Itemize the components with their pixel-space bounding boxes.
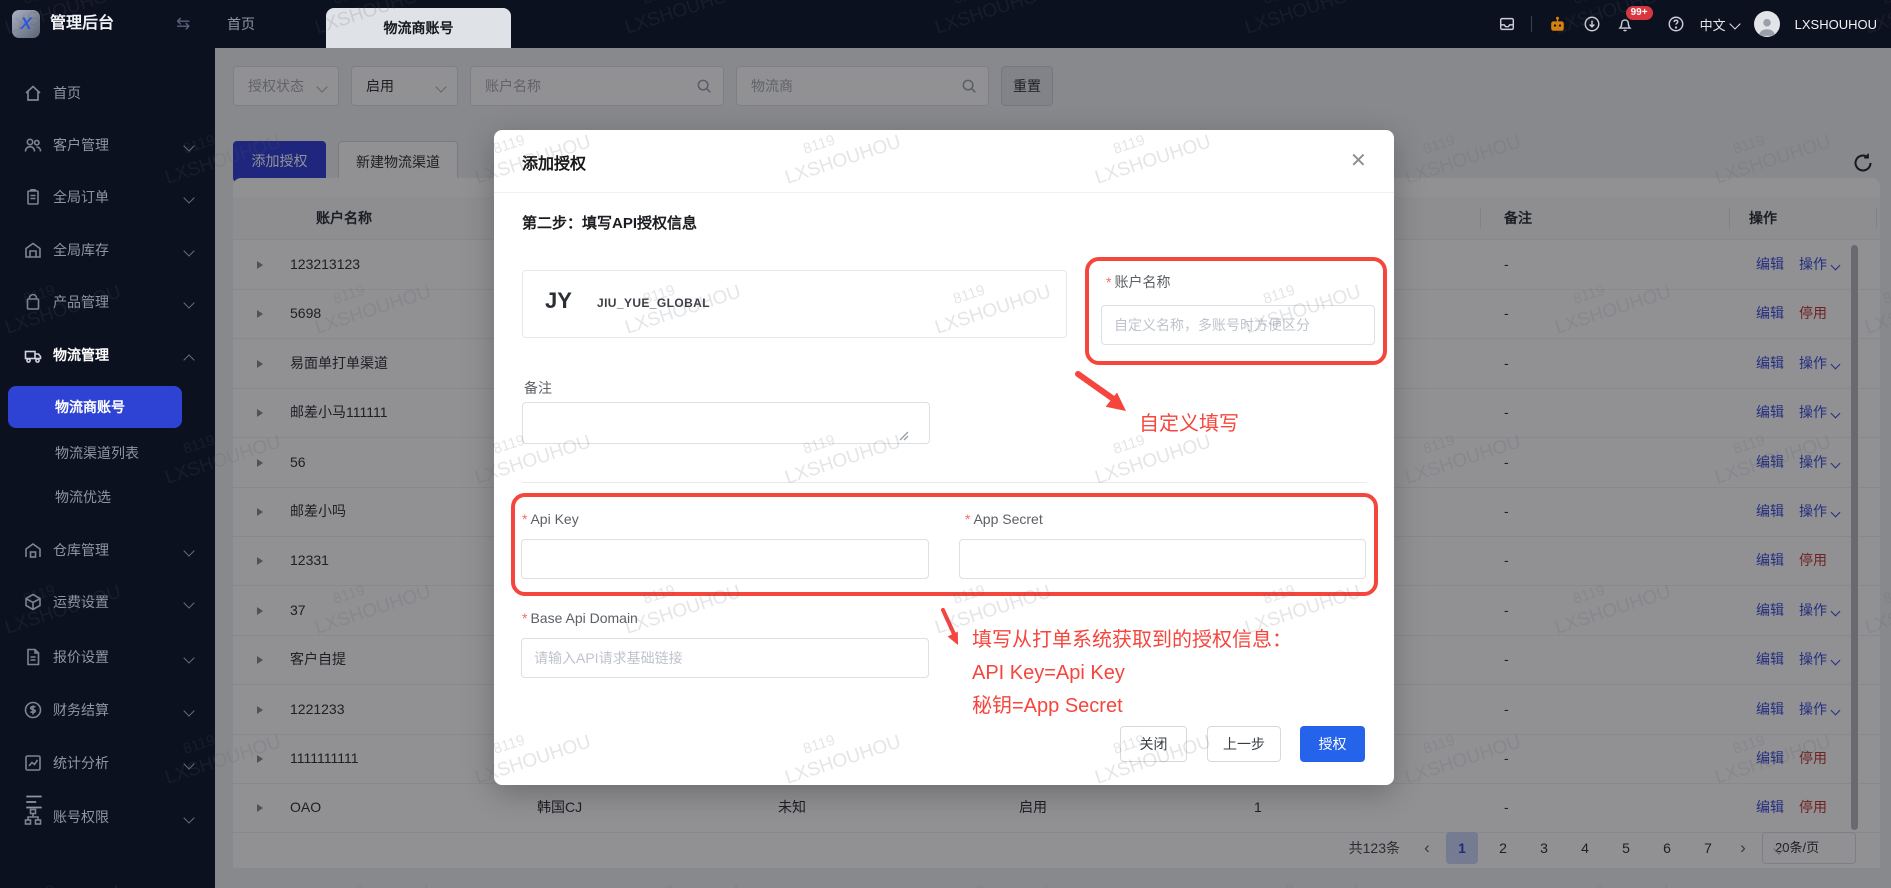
- home-icon: [23, 83, 43, 103]
- app-secret-label: App Secret: [965, 511, 1042, 527]
- app-secret-input[interactable]: [959, 539, 1366, 579]
- chevron-down-icon: [183, 705, 195, 717]
- notifications-bell[interactable]: 99+: [1616, 6, 1653, 33]
- sidebar-menu: 首页客户管理全局订单全局库存产品管理物流管理物流商账号物流渠道列表 物流优选仓库管…: [0, 48, 215, 888]
- robot-icon[interactable]: [1547, 14, 1568, 35]
- finance-icon: [23, 700, 43, 720]
- note-textarea[interactable]: [522, 402, 930, 444]
- permission-icon: [23, 807, 43, 827]
- topbar-actions: 99+ 中文 LXSHOUHOU: [1498, 0, 1877, 48]
- step-title: 第二步：填写API授权信息: [522, 215, 698, 232]
- add-auth-modal: 添加授权 ✕ 第二步：填写API授权信息 JY JIU_YUE_GLOBAL 账…: [494, 130, 1394, 785]
- chevron-down-icon: [183, 597, 195, 609]
- sidebar-item-label: 统计分析: [53, 755, 109, 771]
- close-icon[interactable]: ✕: [1350, 148, 1367, 173]
- sidebar-item-label: 物流商账号: [55, 399, 125, 415]
- language-switcher[interactable]: 中文: [1700, 15, 1741, 34]
- notification-badge: 99+: [1625, 6, 1653, 20]
- chevron-down-icon: [1728, 18, 1741, 30]
- app-root: X 管理后台 ⇆ 首页 物流商账号 99+ 中文 LXSHOUHOU 首页客户管…: [0, 0, 1891, 888]
- sidebar-item-customers[interactable]: 客户管理: [0, 126, 215, 164]
- help-icon[interactable]: [1667, 15, 1685, 33]
- api-key-input[interactable]: [521, 539, 929, 579]
- quote-icon: [23, 647, 43, 667]
- sidebar-item-stats[interactable]: 统计分析: [0, 744, 215, 782]
- account-name-label: 账户名称: [1106, 272, 1170, 292]
- sidebar-item-label: 物流渠道列表: [55, 445, 139, 461]
- sidebar-item-label: 客户管理: [53, 137, 109, 153]
- sidebar-item-logistics-channels[interactable]: 物流渠道列表: [0, 434, 215, 472]
- sidebar-item-permissions[interactable]: 账号权限: [0, 798, 215, 836]
- sidebar-item-label: 运费设置: [53, 594, 109, 610]
- sidebar-item-logistics-accounts[interactable]: 物流商账号: [0, 386, 215, 428]
- inventory-icon: [23, 240, 43, 260]
- account-name-input[interactable]: [1101, 305, 1375, 345]
- products-icon: [23, 292, 43, 312]
- chevron-down-icon: [183, 652, 195, 664]
- sidebar-item-label: 物流优选: [55, 489, 111, 505]
- sidebar-item-logistics-preferred[interactable]: 物流优选: [0, 478, 215, 516]
- topbar-separator: [1530, 16, 1532, 32]
- annotation-arrow-icon: [941, 608, 958, 645]
- chevron-down-icon: [183, 140, 195, 152]
- users-icon: [23, 135, 43, 155]
- sidebar-item-home[interactable]: 首页: [0, 74, 215, 112]
- logistics-icon: [23, 345, 43, 365]
- tab-logistics-accounts[interactable]: 物流商账号: [326, 8, 511, 48]
- provider-code: JIU_YUE_GLOBAL: [597, 296, 710, 310]
- orders-icon: [23, 187, 43, 207]
- brand-title: 管理后台: [50, 15, 115, 32]
- sidebar-item-warehouse[interactable]: 仓库管理: [0, 531, 215, 569]
- chevron-down-icon: [183, 245, 195, 257]
- provider-card: JY JIU_YUE_GLOBAL: [522, 270, 1067, 338]
- username-label: LXSHOUHOU: [1794, 16, 1877, 32]
- sidebar-item-label: 全局库存: [53, 242, 109, 258]
- note-label: 备注: [524, 380, 552, 396]
- sidebar-item-label: 账号权限: [53, 809, 109, 825]
- tab-home[interactable]: 首页: [211, 0, 271, 48]
- chevron-up-icon: [183, 354, 195, 366]
- stats-icon: [23, 753, 43, 773]
- authorize-button[interactable]: 授权: [1300, 726, 1365, 762]
- custom-fill-annotation: 自定义填写: [1139, 413, 1239, 435]
- api-key-label: Api Key: [522, 511, 578, 527]
- base-api-domain-input[interactable]: [521, 638, 929, 678]
- sidebar-item-logistics[interactable]: 物流管理: [0, 336, 215, 374]
- app-logo-icon: X: [12, 10, 40, 38]
- sidebar-item-label: 报价设置: [53, 649, 109, 665]
- chevron-down-icon: [183, 758, 195, 770]
- sidebar-item-global-inventory[interactable]: 全局库存: [0, 231, 215, 269]
- avatar[interactable]: [1753, 11, 1780, 37]
- api-info-annotation: 填写从打单系统获取到的授权信息： API Key=Api Key 秘钥=App …: [972, 629, 1292, 717]
- sidebar-item-label: 仓库管理: [53, 542, 109, 558]
- chevron-down-icon: [183, 297, 195, 309]
- previous-step-button[interactable]: 上一步: [1207, 726, 1281, 762]
- sidebar-item-label: 产品管理: [53, 294, 109, 310]
- sidebar-item-label: 全局订单: [53, 189, 109, 205]
- sidebar-item-label: 物流管理: [53, 347, 109, 363]
- chevron-down-icon: [183, 192, 195, 204]
- base-api-domain-label: Base Api Domain: [522, 610, 637, 626]
- topbar: X 管理后台 ⇆ 首页 物流商账号 99+ 中文 LXSHOUHOU: [0, 0, 1891, 48]
- sidebar-item-finance[interactable]: 财务结算: [0, 691, 215, 729]
- sidebar-item-label: 首页: [53, 85, 81, 101]
- sidebar-item-global-orders[interactable]: 全局订单: [0, 178, 215, 216]
- sidebar-item-label: 财务结算: [53, 702, 109, 718]
- modal-title: 添加授权: [522, 156, 587, 173]
- freight-icon: [23, 592, 43, 612]
- chevron-down-icon: [183, 545, 195, 557]
- sidebar-item-products[interactable]: 产品管理: [0, 283, 215, 321]
- chevron-down-icon: [183, 812, 195, 824]
- annotation-arrow-icon: [1075, 371, 1126, 411]
- warehouse-icon: [23, 540, 43, 560]
- sidebar-item-freight[interactable]: 运费设置: [0, 583, 215, 621]
- download-icon[interactable]: [1583, 15, 1601, 33]
- close-button[interactable]: 关闭: [1120, 726, 1187, 762]
- provider-initials: JY: [545, 288, 572, 313]
- sidebar-item-quotes[interactable]: 报价设置: [0, 638, 215, 676]
- inbox-icon[interactable]: [1498, 15, 1516, 33]
- sidebar-swap-icon[interactable]: ⇆: [176, 0, 190, 48]
